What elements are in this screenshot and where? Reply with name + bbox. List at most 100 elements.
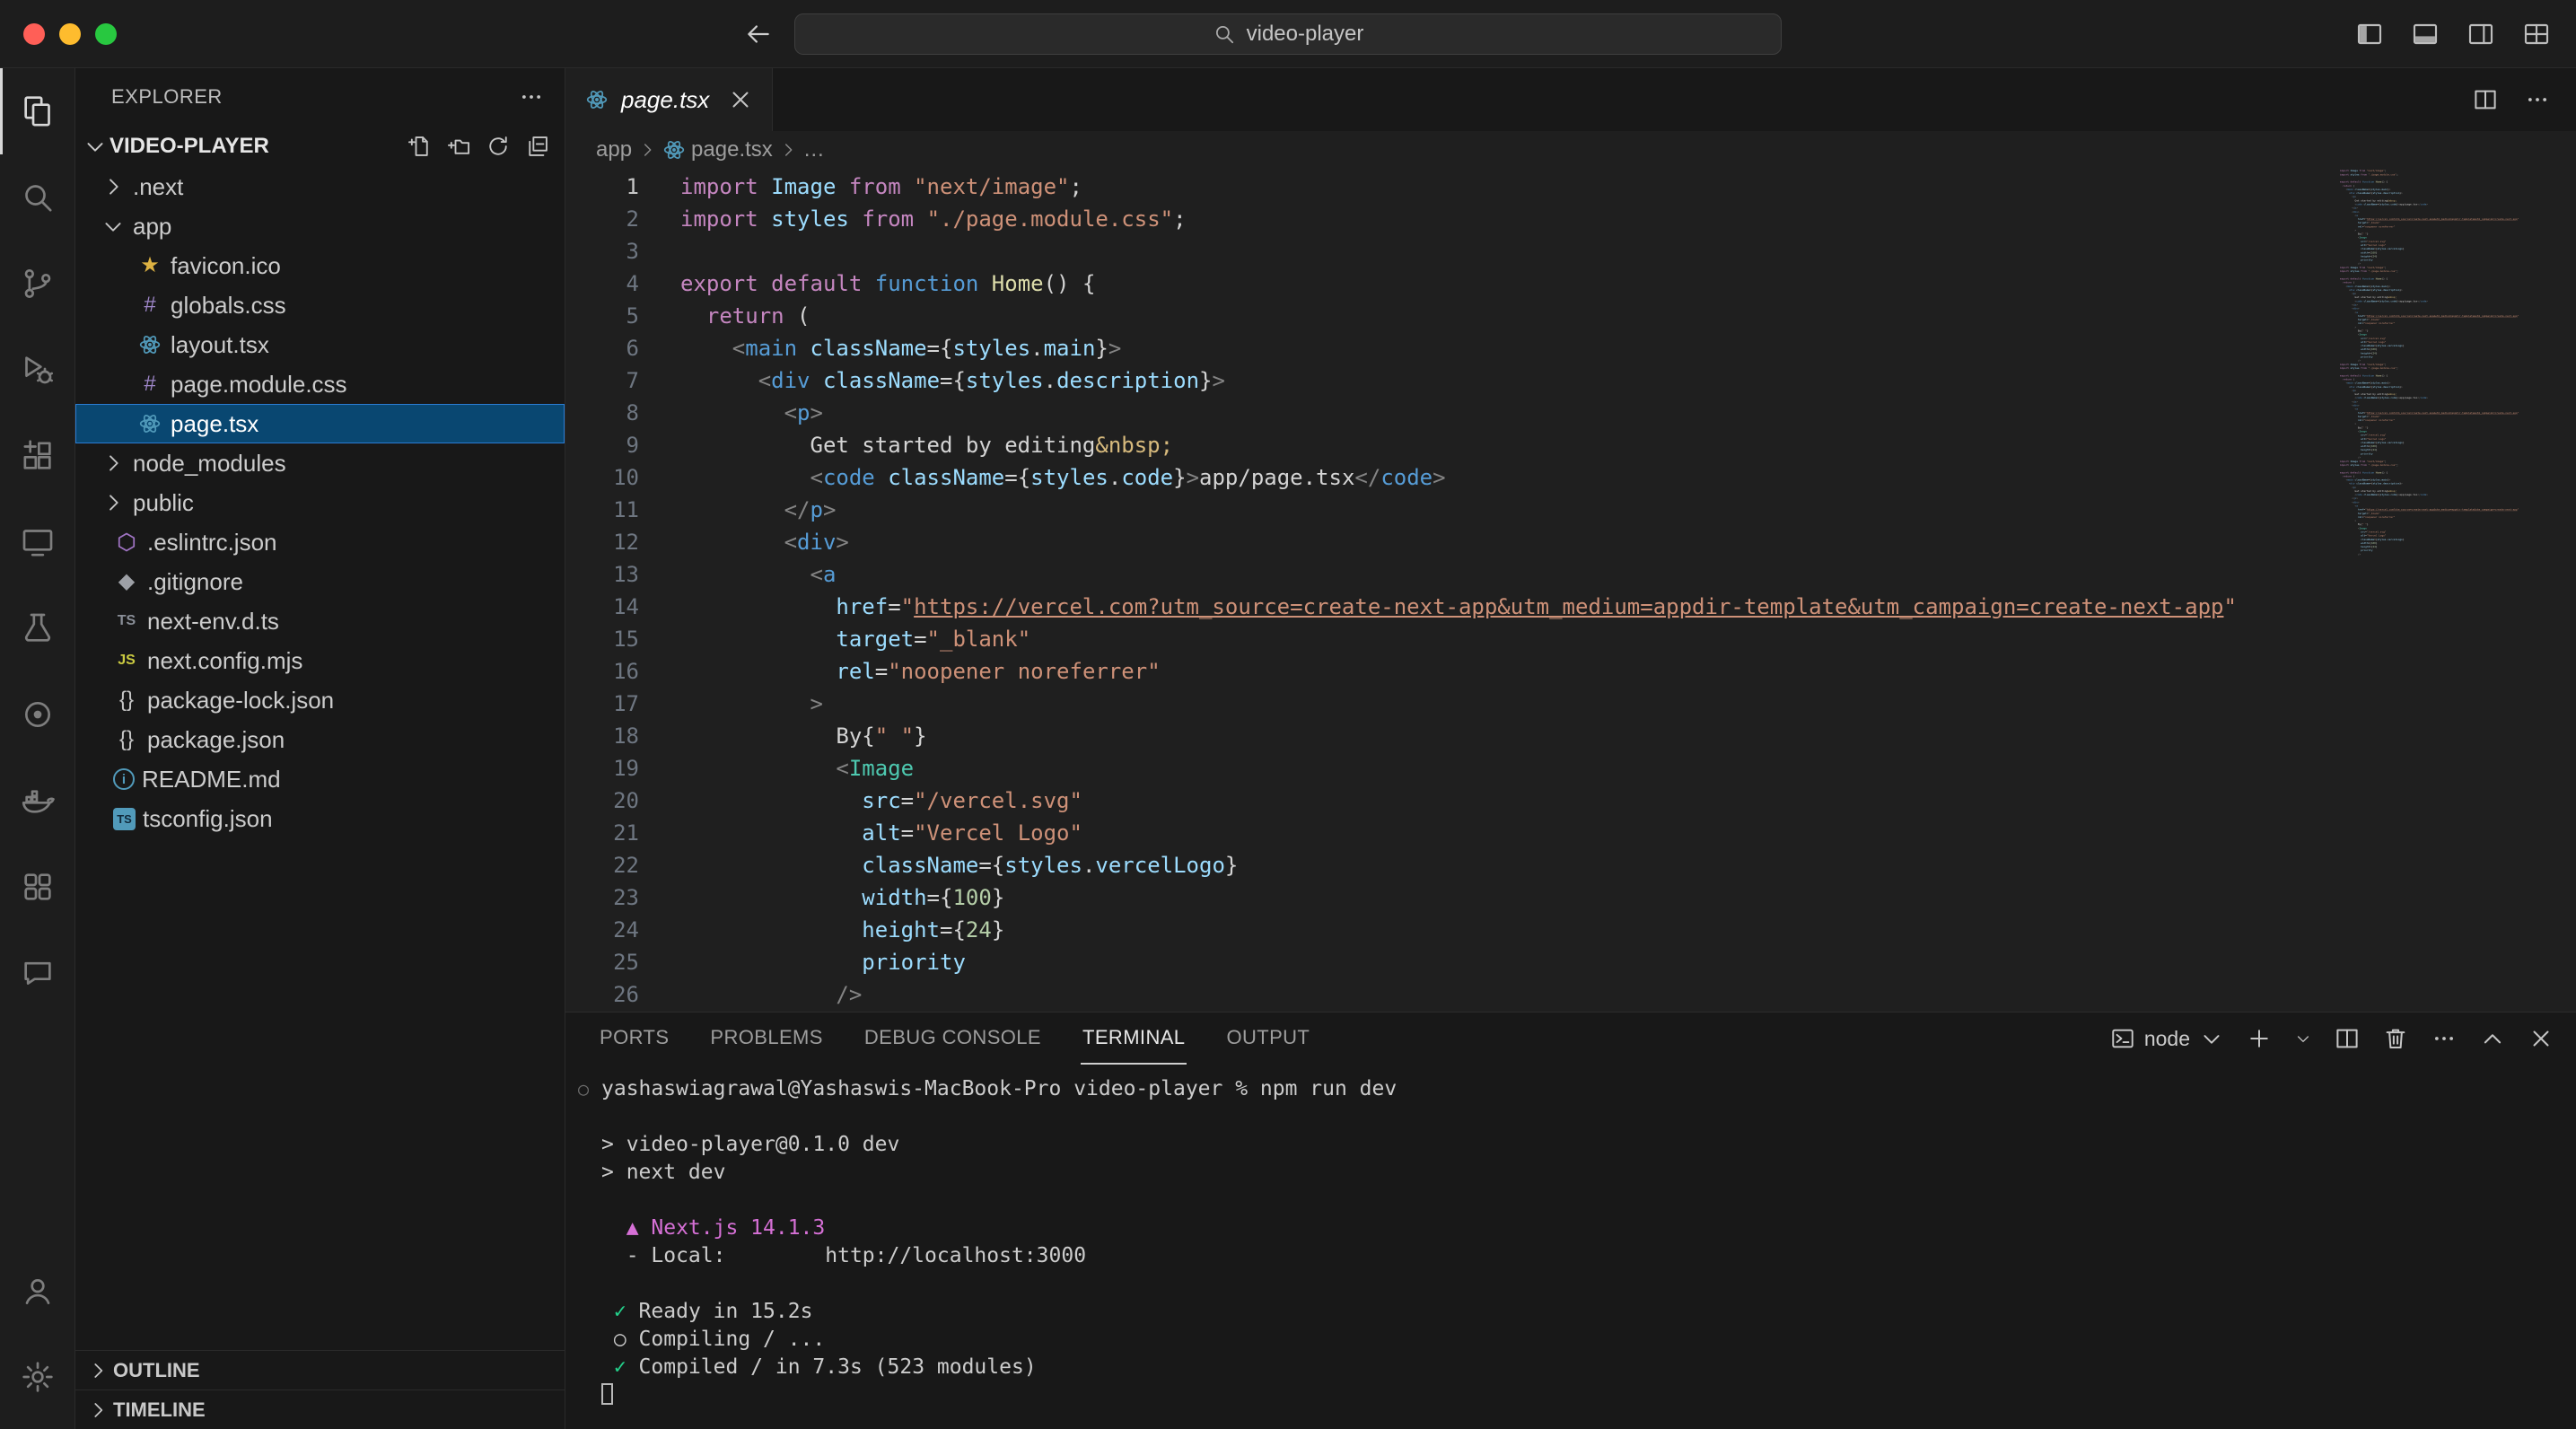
remote-explorer-activity-icon[interactable] bbox=[0, 499, 74, 585]
new-terminal-icon[interactable] bbox=[2246, 1025, 2273, 1052]
folder-app[interactable]: app bbox=[75, 206, 565, 246]
code-line[interactable]: /> bbox=[2340, 552, 2545, 556]
file-next-env.d.ts[interactable]: TSnext-env.d.ts bbox=[75, 601, 565, 641]
toggle-primary-sidebar-icon[interactable] bbox=[2355, 20, 2384, 48]
panel-tab-terminal[interactable]: TERMINAL bbox=[1081, 1013, 1187, 1065]
code-line[interactable]: <Image bbox=[680, 752, 2237, 785]
close-tab-icon[interactable] bbox=[727, 86, 754, 113]
file-page.module.css[interactable]: #page.module.css bbox=[75, 364, 565, 404]
toggle-secondary-sidebar-icon[interactable] bbox=[2466, 20, 2495, 48]
file-layout.tsx[interactable]: layout.tsx bbox=[75, 325, 565, 364]
code-line[interactable]: <div className={styles.description}> bbox=[680, 364, 2237, 397]
customize-layout-icon[interactable] bbox=[2522, 20, 2551, 48]
toggle-panel-icon[interactable] bbox=[2411, 20, 2440, 48]
file-package.json[interactable]: {}package.json bbox=[75, 720, 565, 759]
folder-node_modules[interactable]: node_modules bbox=[75, 443, 565, 483]
breadcrumb-symbol[interactable]: … bbox=[803, 137, 825, 162]
file-next.config.mjs[interactable]: JSnext.config.mjs bbox=[75, 641, 565, 680]
folder-public[interactable]: public bbox=[75, 483, 565, 522]
settings-activity-icon[interactable] bbox=[0, 1334, 74, 1420]
panel-tab-ports[interactable]: PORTS bbox=[598, 1013, 670, 1065]
explorer-more-icon[interactable] bbox=[518, 83, 545, 110]
code-line[interactable]: <p> bbox=[680, 397, 2237, 429]
code-line[interactable]: rel="noopener noreferrer" bbox=[680, 655, 2237, 688]
chat-activity-icon[interactable] bbox=[0, 930, 74, 1016]
refresh-explorer-icon[interactable] bbox=[486, 134, 511, 159]
account-activity-icon[interactable] bbox=[0, 1248, 74, 1334]
code-line[interactable]: src="/vercel.svg" bbox=[680, 785, 2237, 817]
run-debug-activity-icon[interactable] bbox=[0, 327, 74, 413]
code-line[interactable]: <main className={styles.main}> bbox=[680, 332, 2237, 364]
code-editor[interactable]: 1234567891011121314151617181920212223242… bbox=[565, 169, 2576, 1012]
code-line[interactable]: <a bbox=[680, 558, 2237, 591]
code-line[interactable]: export default function Home() { bbox=[680, 267, 2237, 300]
split-editor-icon[interactable] bbox=[2472, 86, 2499, 113]
close-panel-icon[interactable] bbox=[2528, 1025, 2554, 1052]
code-line[interactable]: Get started by editing&nbsp; bbox=[680, 429, 2237, 461]
code-line[interactable]: > bbox=[680, 688, 2237, 720]
new-folder-icon[interactable] bbox=[446, 134, 471, 159]
command-center-search[interactable]: video-player bbox=[794, 13, 1782, 55]
breadcrumb-file[interactable]: page.tsx bbox=[691, 137, 773, 162]
code-line[interactable]: import Image from "next/image"; bbox=[680, 171, 2237, 203]
zoom-window-button[interactable] bbox=[95, 23, 117, 45]
code-line[interactable]: href="https://vercel.com?utm_source=crea… bbox=[680, 591, 2237, 623]
terminal-profile-dropdown-icon[interactable] bbox=[2294, 1030, 2312, 1048]
minimize-window-button[interactable] bbox=[59, 23, 81, 45]
extensions-activity-icon[interactable] bbox=[0, 413, 74, 499]
timeline-section[interactable]: TIMELINE bbox=[75, 1390, 565, 1429]
code-line[interactable]: className={styles.vercelLogo} bbox=[680, 849, 2237, 881]
chevron-right-icon[interactable] bbox=[101, 174, 126, 199]
code-line[interactable] bbox=[680, 235, 2237, 267]
code-line[interactable]: alt="Vercel Logo" bbox=[680, 817, 2237, 849]
terminal-output[interactable]: ○yashaswiagrawal@Yashaswis-MacBook-Pro v… bbox=[565, 1065, 2576, 1429]
components-activity-icon[interactable] bbox=[0, 844, 74, 930]
breadcrumb-folder[interactable]: app bbox=[596, 137, 632, 162]
file-.eslintrc.json[interactable]: .eslintrc.json bbox=[75, 522, 565, 562]
docker-activity-icon[interactable] bbox=[0, 758, 74, 844]
source-control-activity-icon[interactable] bbox=[0, 241, 74, 327]
code-line[interactable]: target="_blank" bbox=[680, 623, 2237, 655]
code-line[interactable]: <div> bbox=[680, 526, 2237, 558]
folder-.next[interactable]: .next bbox=[75, 167, 565, 206]
code-line[interactable]: /> bbox=[680, 978, 2237, 1011]
close-window-button[interactable] bbox=[23, 23, 45, 45]
chevron-right-icon[interactable] bbox=[101, 490, 126, 515]
outline-section[interactable]: OUTLINE bbox=[75, 1350, 565, 1390]
code-line[interactable]: height={24} bbox=[680, 914, 2237, 946]
panel-tab-problems[interactable]: PROBLEMS bbox=[708, 1013, 824, 1065]
code-line[interactable]: width={100} bbox=[680, 881, 2237, 914]
testing-activity-icon[interactable] bbox=[0, 585, 74, 671]
minimap[interactable]: import Image from "next/image";import st… bbox=[2339, 169, 2545, 1012]
editor-more-icon[interactable] bbox=[2524, 86, 2551, 113]
file-package-lock.json[interactable]: {}package-lock.json bbox=[75, 680, 565, 720]
code-line[interactable]: return ( bbox=[680, 300, 2237, 332]
panel-tab-output[interactable]: OUTPUT bbox=[1224, 1013, 1311, 1065]
chevron-right-icon[interactable] bbox=[101, 451, 126, 476]
split-terminal-icon[interactable] bbox=[2334, 1025, 2361, 1052]
panel-tab-debug-console[interactable]: DEBUG CONSOLE bbox=[863, 1013, 1043, 1065]
maximize-panel-icon[interactable] bbox=[2479, 1025, 2506, 1052]
tab-page-tsx[interactable]: page.tsx bbox=[565, 68, 773, 131]
kill-terminal-icon[interactable] bbox=[2382, 1025, 2409, 1052]
collapse-folders-icon[interactable] bbox=[525, 134, 550, 159]
new-file-icon[interactable] bbox=[407, 134, 432, 159]
file-README.md[interactable]: iREADME.md bbox=[75, 759, 565, 799]
back-button[interactable] bbox=[743, 19, 774, 49]
file-globals.css[interactable]: #globals.css bbox=[75, 285, 565, 325]
code-line[interactable]: </p> bbox=[680, 494, 2237, 526]
code-line[interactable]: import styles from "./page.module.css"; bbox=[680, 203, 2237, 235]
code-line[interactable]: <code className={styles.code}>app/page.t… bbox=[680, 461, 2237, 494]
terminal-shell-selector[interactable]: node bbox=[2110, 1026, 2224, 1051]
code-line[interactable]: priority bbox=[680, 946, 2237, 978]
project-section-header[interactable]: VIDEO-PLAYER bbox=[75, 126, 565, 167]
panel-more-icon[interactable] bbox=[2431, 1025, 2458, 1052]
file-favicon.ico[interactable]: ★favicon.ico bbox=[75, 246, 565, 285]
search-activity-icon[interactable] bbox=[0, 154, 74, 241]
chevron-down-icon[interactable] bbox=[101, 214, 126, 239]
file-tsconfig.json[interactable]: TStsconfig.json bbox=[75, 799, 565, 838]
code-line[interactable]: By{" "} bbox=[680, 720, 2237, 752]
file-page.tsx[interactable]: page.tsx bbox=[75, 404, 565, 443]
file-.gitignore[interactable]: ◆.gitignore bbox=[75, 562, 565, 601]
explorer-activity-icon[interactable] bbox=[0, 68, 74, 154]
